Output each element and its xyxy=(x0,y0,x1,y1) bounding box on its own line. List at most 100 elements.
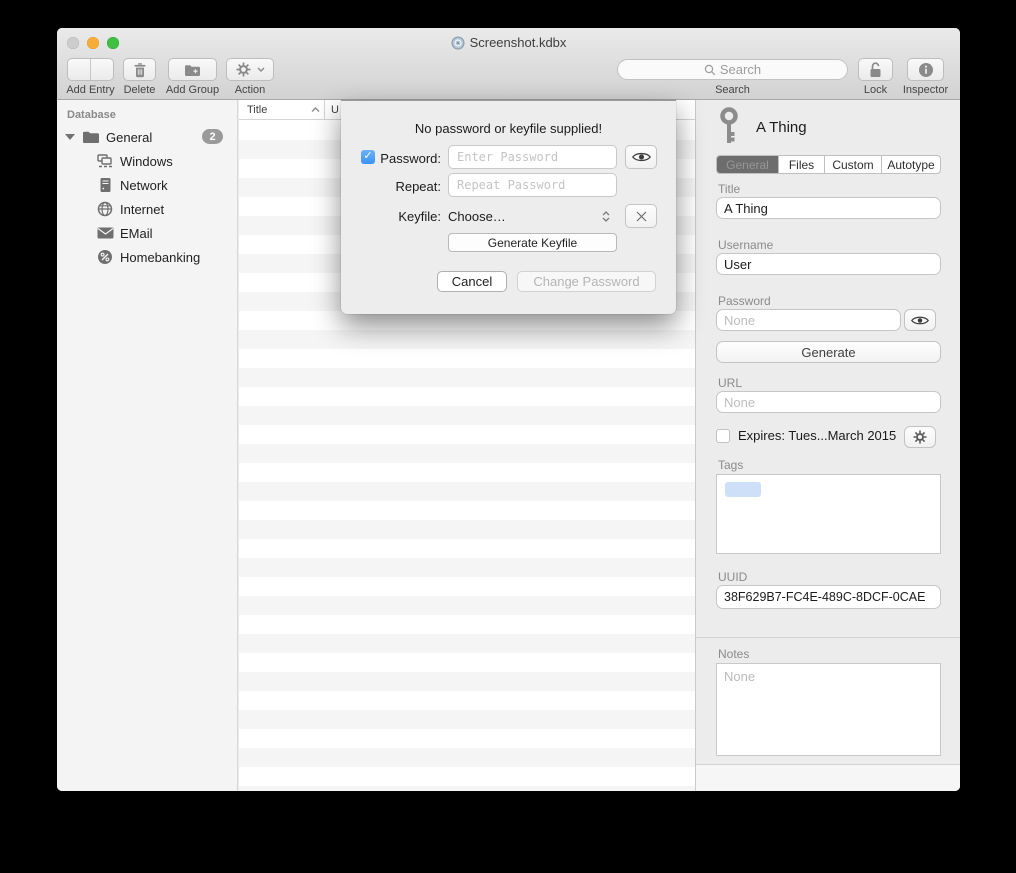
url-field[interactable] xyxy=(716,391,941,413)
uuid-field[interactable] xyxy=(716,585,941,609)
tags-field[interactable] xyxy=(716,474,941,554)
sidebar: Database General 2 Windows Network Inter… xyxy=(57,100,238,791)
lock-open-icon xyxy=(868,61,883,78)
add-entry-button[interactable] xyxy=(67,58,114,81)
delete-label: Delete xyxy=(115,84,164,96)
add-group-label: Add Group xyxy=(161,84,224,96)
sidebar-item-general[interactable]: General 2 xyxy=(57,125,237,149)
gear-icon xyxy=(913,430,927,444)
sort-ascending-icon xyxy=(311,107,320,113)
split-divider xyxy=(90,59,91,80)
delete-button[interactable] xyxy=(123,58,156,81)
search-placeholder: Search xyxy=(720,62,761,77)
generate-label: Generate xyxy=(801,345,855,360)
column-header-username[interactable]: U xyxy=(325,104,339,116)
sidebar-item-email[interactable]: EMail xyxy=(57,221,237,245)
tag-token[interactable] xyxy=(725,482,761,497)
info-icon xyxy=(918,62,934,78)
add-group-button[interactable] xyxy=(168,58,217,81)
inspector-panel: A Thing General Files Custom Autotype Ti… xyxy=(695,100,960,791)
window-title: Screenshot.kdbx xyxy=(57,35,960,50)
entry-title: A Thing xyxy=(756,119,807,136)
password-checkbox[interactable]: ✓ xyxy=(361,150,375,164)
windows-group-icon xyxy=(96,152,114,170)
sheet-password-input[interactable] xyxy=(448,145,617,169)
notes-label: Notes xyxy=(718,647,749,661)
titlebar-toolbar[interactable]: Screenshot.kdbx Add Entry Delete Add Gro… xyxy=(57,28,960,100)
username-label: Username xyxy=(718,238,773,252)
column-header-title[interactable]: Title xyxy=(239,104,324,116)
expires-checkbox[interactable] xyxy=(716,429,730,443)
cancel-button[interactable]: Cancel xyxy=(437,271,507,292)
sidebar-item-label: General xyxy=(106,130,152,145)
keyfile-popup[interactable]: Choose… xyxy=(448,205,617,227)
tab-general[interactable]: General xyxy=(717,156,778,173)
search-label: Search xyxy=(617,84,848,96)
percent-coin-icon xyxy=(96,248,114,266)
sheet-keyfile-label: Keyfile: xyxy=(377,209,441,224)
generate-password-button[interactable]: Generate xyxy=(716,341,941,363)
tags-label: Tags xyxy=(718,458,743,472)
keyfile-popup-value: Choose… xyxy=(448,209,506,224)
sheet-repeat-input[interactable] xyxy=(448,173,617,197)
sidebar-item-windows[interactable]: Windows xyxy=(57,149,237,173)
reveal-password-button[interactable] xyxy=(904,309,936,331)
username-field[interactable] xyxy=(716,253,941,275)
inspector-tabs: General Files Custom Autotype xyxy=(716,155,941,174)
expires-label: Expires: Tues...March 2015 xyxy=(738,428,896,443)
lock-button[interactable] xyxy=(858,58,893,81)
change-password-sheet: No password or keyfile supplied! ✓ Passw… xyxy=(341,100,676,314)
search-input[interactable]: Search xyxy=(617,59,848,80)
change-password-button[interactable]: Change Password xyxy=(517,271,656,292)
stepper-icon xyxy=(602,211,610,222)
window-title-text: Screenshot.kdbx xyxy=(470,35,567,50)
envelope-icon xyxy=(96,224,114,242)
sidebar-item-homebanking[interactable]: Homebanking xyxy=(57,245,237,269)
lock-label: Lock xyxy=(852,84,899,96)
server-icon xyxy=(96,176,114,194)
notes-field[interactable] xyxy=(716,663,941,756)
search-icon xyxy=(704,64,716,76)
password-field[interactable] xyxy=(716,309,901,331)
sidebar-item-internet[interactable]: Internet xyxy=(57,197,237,221)
clear-keyfile-button[interactable] xyxy=(625,204,657,228)
generate-keyfile-button[interactable]: Generate Keyfile xyxy=(448,233,617,252)
column-title-label: Title xyxy=(247,104,267,116)
sidebar-item-label: EMail xyxy=(120,226,153,241)
folder-plus-icon xyxy=(184,63,201,77)
title-field[interactable] xyxy=(716,197,941,219)
trash-icon xyxy=(133,62,147,78)
tab-custom[interactable]: Custom xyxy=(824,156,881,173)
entry-count-badge: 2 xyxy=(202,129,223,144)
sidebar-item-network[interactable]: Network xyxy=(57,173,237,197)
tab-files[interactable]: Files xyxy=(778,156,824,173)
column-username-label: U xyxy=(331,104,339,116)
sidebar-item-label: Homebanking xyxy=(120,250,200,265)
action-label: Action xyxy=(226,84,274,96)
disclosure-triangle-icon[interactable] xyxy=(65,134,75,140)
action-button[interactable] xyxy=(226,58,274,81)
gear-icon xyxy=(236,62,251,77)
sidebar-item-label: Windows xyxy=(120,154,173,169)
title-label: Title xyxy=(718,182,740,196)
sidebar-section-header: Database xyxy=(67,109,237,121)
inspector-button[interactable] xyxy=(907,58,944,81)
eye-icon xyxy=(911,315,929,326)
inspector-divider xyxy=(696,637,960,638)
folder-icon xyxy=(82,128,100,146)
sidebar-item-label: Network xyxy=(120,178,168,193)
tab-autotype[interactable]: Autotype xyxy=(881,156,940,173)
uuid-label: UUID xyxy=(718,570,747,584)
expires-settings-button[interactable] xyxy=(904,426,936,448)
add-entry-label: Add Entry xyxy=(59,84,122,96)
document-icon xyxy=(451,36,465,50)
password-label: Password xyxy=(718,294,771,308)
generate-keyfile-label: Generate Keyfile xyxy=(488,236,577,250)
sidebar-item-label: Internet xyxy=(120,202,164,217)
app-window: Screenshot.kdbx Add Entry Delete Add Gro… xyxy=(57,28,960,791)
change-password-label: Change Password xyxy=(533,274,639,289)
inspector-label: Inspector xyxy=(893,84,958,96)
url-label: URL xyxy=(718,376,742,390)
expires-row: Expires: Tues...March 2015 xyxy=(716,428,896,443)
sheet-reveal-password-button[interactable] xyxy=(625,145,657,169)
